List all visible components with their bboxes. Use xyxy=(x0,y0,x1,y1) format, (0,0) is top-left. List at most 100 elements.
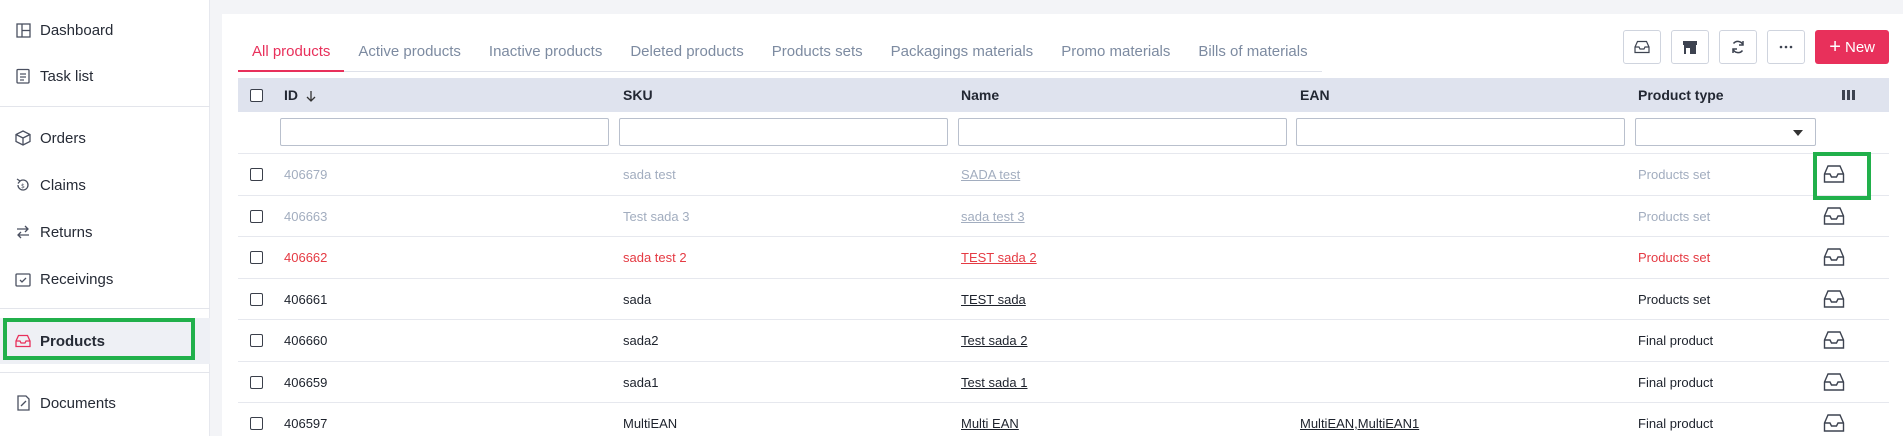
inbox-icon[interactable] xyxy=(1823,372,1845,392)
table-row[interactable]: 406659 sada1 Test sada 1 Final product xyxy=(238,362,1889,403)
document-icon xyxy=(14,394,32,412)
column-header-product-type[interactable]: Product type xyxy=(1638,78,1724,112)
tab-bills-of-materials[interactable]: Bills of materials xyxy=(1184,32,1321,72)
main-panel: All products Active products Inactive pr… xyxy=(222,14,1903,436)
row-sku: MultiEAN xyxy=(623,416,678,431)
store-button[interactable] xyxy=(1671,30,1710,64)
column-header-sku[interactable]: SKU xyxy=(623,78,653,112)
sidebar-item-returns[interactable]: Returns xyxy=(0,209,210,255)
product-tabs: All products Active products Inactive pr… xyxy=(238,32,1322,72)
sidebar-item-claims[interactable]: $ Claims xyxy=(0,162,210,208)
row-name-link[interactable]: Multi EAN xyxy=(961,403,1019,436)
row-checkbox[interactable] xyxy=(250,334,263,347)
refresh-button[interactable] xyxy=(1719,30,1758,64)
table-header: ID SKU Name EAN Product type xyxy=(238,78,1889,112)
tab-active-products[interactable]: Active products xyxy=(344,32,475,72)
row-id: 406660 xyxy=(284,333,328,348)
inbox-button[interactable] xyxy=(1623,30,1662,64)
row-id: 406662 xyxy=(284,250,328,265)
inbox-icon[interactable] xyxy=(1823,330,1845,350)
sidebar-divider xyxy=(0,106,210,107)
row-checkbox[interactable] xyxy=(250,168,263,181)
product-type-filter-select[interactable] xyxy=(1635,118,1816,146)
box-icon xyxy=(14,129,32,147)
row-id: 406659 xyxy=(284,374,328,390)
row-action-highlight-box xyxy=(1813,152,1871,200)
table-row[interactable]: 406679 sada test SADA test Products set xyxy=(238,154,1889,196)
row-product-type: Final product xyxy=(1638,374,1714,390)
inbox-icon xyxy=(1634,40,1650,54)
sidebar-item-documents[interactable]: Documents xyxy=(0,380,210,426)
table-row[interactable]: 406661 sada TEST sada Products set xyxy=(238,279,1889,320)
sidebar-item-dashboard[interactable]: Dashboard xyxy=(0,7,210,53)
sidebar-item-label: Task list xyxy=(40,67,94,85)
table-row[interactable]: 406662 sada test 2 TEST sada 2 Products set xyxy=(238,237,1889,279)
row-checkbox[interactable] xyxy=(250,292,263,306)
svg-text:$: $ xyxy=(21,183,25,190)
returns-icon xyxy=(14,223,32,241)
row-product-type: Products set xyxy=(1638,250,1711,265)
column-header-id[interactable]: ID xyxy=(284,78,316,112)
row-sku: Test sada 3 xyxy=(623,208,690,224)
sidebar-item-label: Returns xyxy=(40,223,93,241)
sidebar: Dashboard Task list Orders $ Claims Retu… xyxy=(0,0,210,436)
tab-promo-materials[interactable]: Promo materials xyxy=(1047,32,1184,72)
id-filter-input[interactable] xyxy=(280,118,609,146)
row-product-type: Products set xyxy=(1638,291,1711,307)
products-highlight-box xyxy=(3,318,195,360)
sidebar-divider xyxy=(0,308,210,309)
tab-deleted-products[interactable]: Deleted products xyxy=(616,32,757,72)
name-filter-input[interactable] xyxy=(958,118,1287,146)
row-name-link[interactable]: Test sada 1 xyxy=(961,362,1028,403)
store-icon xyxy=(1683,40,1698,54)
table-row[interactable]: 406663 Test sada 3 sada test 3 Products set xyxy=(238,196,1889,237)
toolbar: + New xyxy=(1623,30,1889,64)
table-body: 406679 sada test SADA test Products set 4066… xyxy=(238,154,1889,436)
plus-icon: + xyxy=(1829,36,1841,58)
sidebar-item-label: Orders xyxy=(40,129,86,147)
new-button-label: New xyxy=(1844,38,1875,56)
row-name-link[interactable]: TEST sada xyxy=(961,279,1026,320)
sidebar-divider xyxy=(0,372,210,373)
row-sku: sada1 xyxy=(623,374,659,390)
column-header-name[interactable]: Name xyxy=(961,78,999,112)
tab-inactive-products[interactable]: Inactive products xyxy=(475,32,616,72)
row-name-link[interactable]: sada test 3 xyxy=(961,196,1025,237)
row-id: 406663 xyxy=(284,208,328,224)
table-row[interactable]: 406660 sada2 Test sada 2 Final product xyxy=(238,320,1889,362)
more-icon xyxy=(1779,45,1793,49)
more-button[interactable] xyxy=(1767,30,1806,64)
sidebar-item-orders[interactable]: Orders xyxy=(0,115,210,161)
tab-all-products[interactable]: All products xyxy=(238,32,345,72)
claims-icon: $ xyxy=(14,176,32,194)
row-ean-link[interactable]: MultiEAN,MultiEAN1 xyxy=(1300,403,1419,436)
inbox-icon[interactable] xyxy=(1823,247,1845,267)
receivings-icon xyxy=(14,270,32,288)
row-name-link[interactable]: TEST sada 2 xyxy=(961,237,1037,278)
row-name-link[interactable]: Test sada 2 xyxy=(961,320,1028,361)
sidebar-item-task-list[interactable]: Task list xyxy=(0,53,210,99)
row-checkbox[interactable] xyxy=(250,251,263,264)
sidebar-item-label: Documents xyxy=(40,394,116,412)
row-sku: sada test 2 xyxy=(623,250,687,265)
refresh-icon xyxy=(1732,40,1745,54)
row-checkbox[interactable] xyxy=(250,417,263,430)
row-sku: sada test xyxy=(623,167,676,182)
column-header-ean[interactable]: EAN xyxy=(1300,78,1330,112)
column-settings-icon[interactable] xyxy=(1842,89,1855,101)
row-name-link[interactable]: SADA test xyxy=(961,154,1020,195)
row-checkbox[interactable] xyxy=(250,209,263,223)
sort-arrow-down-icon xyxy=(306,91,316,103)
inbox-icon[interactable] xyxy=(1823,289,1845,309)
tab-packagings-materials[interactable]: Packagings materials xyxy=(877,32,1048,72)
row-checkbox[interactable] xyxy=(250,375,263,389)
select-all-checkbox[interactable] xyxy=(250,89,263,102)
sidebar-item-receivings[interactable]: Receivings xyxy=(0,256,210,302)
ean-filter-input[interactable] xyxy=(1296,118,1625,146)
tab-products-sets[interactable]: Products sets xyxy=(758,32,877,72)
table-row[interactable]: 406597 MultiEAN Multi EAN MultiEAN,MultiEAN… xyxy=(238,403,1889,436)
new-button[interactable]: + New xyxy=(1815,30,1889,64)
inbox-icon[interactable] xyxy=(1823,206,1845,226)
inbox-icon[interactable] xyxy=(1823,413,1845,433)
sku-filter-input[interactable] xyxy=(619,118,948,146)
